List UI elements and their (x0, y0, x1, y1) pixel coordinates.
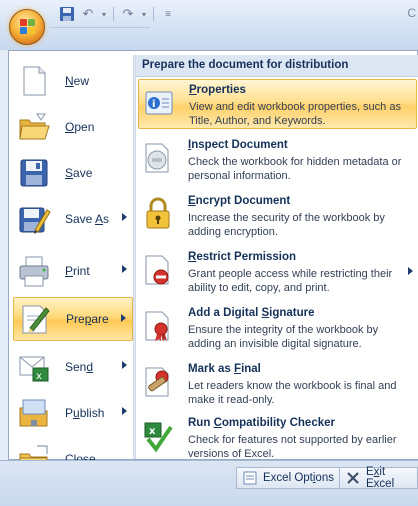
submenu-item-description: View and edit workbook properties, such … (189, 101, 401, 127)
excel-options-button[interactable]: Excel Options (236, 467, 341, 489)
menu-item-open-label: Open (65, 120, 95, 134)
submenu-arrow-icon (122, 213, 127, 221)
svg-text:x: x (149, 426, 156, 437)
save-disk-icon (17, 156, 51, 190)
submenu-item-description: Ensure the integrity of the workbook by … (188, 324, 379, 350)
save-icon[interactable] (58, 5, 76, 23)
exit-excel-button[interactable]: Exit Excel (339, 466, 418, 490)
menu-item-save[interactable]: Save (13, 151, 133, 195)
submenu-item-title: Mark as Final (188, 363, 261, 375)
submenu-arrow-icon (121, 314, 126, 322)
quick-access-toolbar: ↶ ▾ ↷ ▾ ≡ (58, 2, 177, 26)
submenu-heading: Prepare the document for distribution (136, 55, 418, 77)
toolbar-underline (50, 27, 150, 28)
menu-item-save-as[interactable]: Save As (13, 197, 133, 241)
menu-item-send[interactable]: x Send (13, 345, 133, 389)
menu-footer: Excel Options Exit Excel (0, 460, 418, 506)
submenu-item-title: Properties (189, 84, 246, 96)
submenu-item-title: Add a Digital Signature (188, 307, 315, 319)
submenu-item-title: Inspect Document (188, 139, 288, 151)
redo-icon[interactable]: ↷ (119, 5, 137, 23)
svg-text:i: i (152, 99, 155, 110)
menu-item-new[interactable]: New (13, 59, 133, 103)
submenu-item-restrict-permission[interactable]: Restrict Permission Grant people access … (138, 247, 417, 297)
inspect-document-icon (142, 141, 174, 175)
submenu-arrow-icon (122, 265, 127, 273)
title-bar: ↶ ▾ ↷ ▾ ≡ C (0, 0, 418, 50)
menu-item-prepare[interactable]: Prepare (13, 297, 133, 341)
submenu-item-properties[interactable]: i Properties View and edit workbook prop… (138, 79, 417, 129)
menu-item-open[interactable]: Open (13, 105, 133, 149)
menu-commands: New Open Save Save As Print Prepare x Se… (9, 55, 133, 473)
submenu-item-description: Increase the security of the workbook by… (188, 212, 385, 238)
submenu-item-description: Check for features not supported by earl… (188, 434, 397, 460)
prepare-submenu: Prepare the document for distribution i … (136, 55, 418, 460)
submenu-item-inspect-document[interactable]: Inspect Document Check the workbook for … (138, 135, 417, 185)
prepare-document-icon (18, 302, 52, 336)
submenu-arrow-icon (122, 361, 127, 369)
menu-item-print[interactable]: Print (13, 249, 133, 293)
submenu-item-description: Let readers know the workbook is final a… (188, 380, 397, 406)
undo-dropdown-icon[interactable]: ▾ (100, 5, 108, 23)
redo-dropdown-icon[interactable]: ▾ (140, 5, 148, 23)
menu-item-save-as-label: Save As (65, 212, 110, 226)
publish-icon (17, 396, 51, 430)
restrict-permission-icon (142, 253, 174, 287)
submenu-item-compatibility-checker[interactable]: x Run Compatibility Checker Check for fe… (138, 413, 417, 463)
office-menu: New Open Save Save As Print Prepare x Se… (8, 50, 418, 473)
menu-item-prepare-label: Prepare (66, 312, 109, 326)
submenu-arrow-icon (408, 267, 413, 275)
new-document-icon (17, 64, 51, 98)
printer-icon (17, 254, 51, 288)
submenu-item-title: Encrypt Document (188, 195, 291, 207)
office-logo-icon (20, 19, 36, 35)
undo-icon[interactable]: ↶ (79, 5, 97, 23)
submenu-item-digital-signature[interactable]: Add a Digital Signature Ensure the integ… (138, 303, 417, 353)
submenu-item-mark-as-final[interactable]: Mark as Final Let readers know the workb… (138, 359, 417, 409)
exit-excel-label: Exit Excel (366, 466, 395, 490)
menu-item-publish-label: Publish (65, 406, 105, 420)
open-folder-icon (17, 110, 51, 144)
menu-item-publish[interactable]: Publish (13, 391, 133, 435)
window-title: C (407, 6, 416, 20)
customize-toolbar-icon[interactable]: ≡ (159, 5, 177, 23)
menu-item-save-label: Save (65, 166, 93, 180)
compatibility-checker-icon: x (142, 419, 174, 453)
submenu-item-encrypt-document[interactable]: Encrypt Document Increase the security o… (138, 191, 417, 241)
submenu-arrow-icon (122, 407, 127, 415)
close-x-icon (346, 471, 360, 485)
submenu-item-title: Run Compatibility Checker (188, 417, 335, 429)
mark-as-final-icon (142, 365, 174, 399)
send-icon: x (17, 350, 51, 384)
options-icon (243, 471, 257, 485)
submenu-item-title: Restrict Permission (188, 251, 297, 263)
properties-icon: i (143, 86, 175, 120)
signature-icon (142, 309, 174, 343)
menu-item-print-label: Print (65, 264, 90, 278)
office-button[interactable] (9, 9, 45, 45)
submenu-item-description: Grant people access while restricting th… (188, 268, 393, 294)
menu-item-send-label: Send (65, 360, 94, 374)
menu-item-new-label: New (65, 74, 90, 88)
save-as-icon (17, 202, 51, 236)
lock-icon (142, 197, 174, 231)
submenu-item-description: Check the workbook for hidden metadata o… (188, 156, 402, 182)
svg-text:x: x (36, 371, 42, 382)
excel-options-label: Excel Options (263, 472, 334, 484)
